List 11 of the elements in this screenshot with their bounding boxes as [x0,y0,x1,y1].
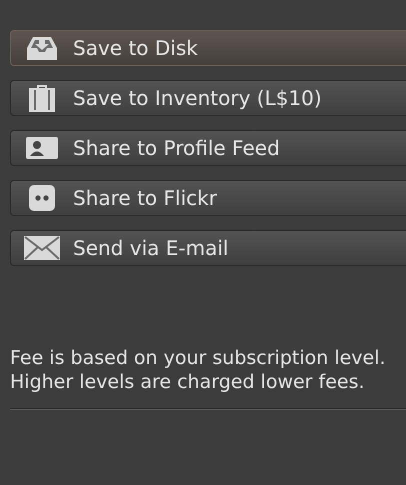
share-option-button[interactable]: Share to Profile Feed [10,130,406,166]
tray-download-icon [25,34,59,62]
envelope-icon [24,236,60,260]
fee-note: Fee is based on your subscription level. Higher levels are charged lower fees. [10,346,387,394]
profile-card-icon [26,137,58,159]
share-option-button[interactable]: Save to Inventory (L$10) [10,80,406,116]
share-option-button[interactable]: Share to Flickr [10,180,406,216]
share-option-button[interactable]: Send via E-mail [10,230,406,266]
share-option-button[interactable]: Save to Disk [10,30,406,66]
two-dots-icon [29,185,55,211]
suitcase-icon [27,83,57,113]
